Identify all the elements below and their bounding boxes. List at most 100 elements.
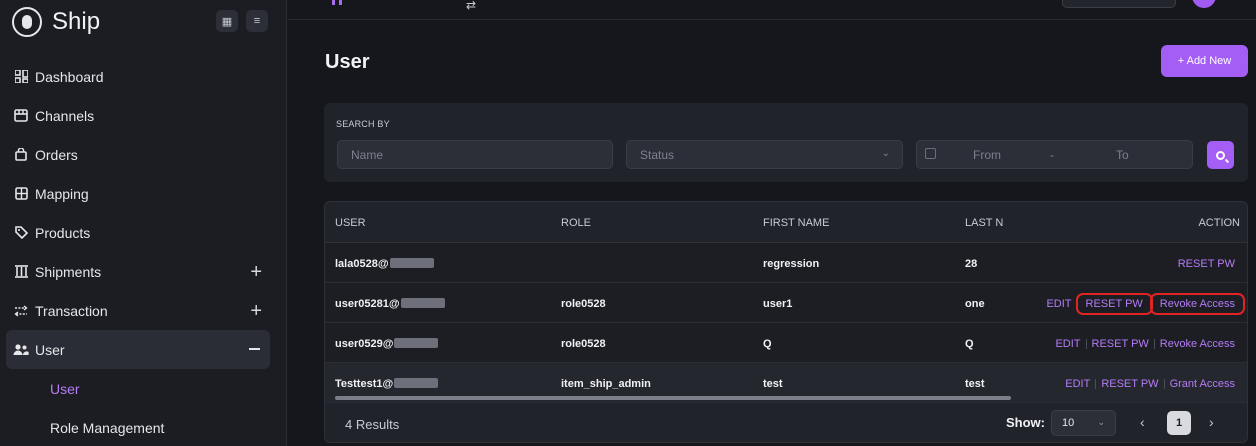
add-new-button[interactable]: + Add New	[1161, 45, 1248, 77]
sidebar-item-label: Products	[35, 224, 91, 241]
status-select[interactable]: Status ⌄	[626, 140, 903, 169]
reset-pw-link[interactable]: RESET PW	[1173, 258, 1240, 270]
edit-link[interactable]: EDIT	[1041, 298, 1076, 310]
chevron-down-icon: ⌄	[881, 148, 890, 159]
top-select[interactable]	[1062, 0, 1176, 8]
page-size-select[interactable]: 10 ⌄	[1051, 410, 1116, 436]
cell-user: lala0528@	[335, 258, 434, 270]
sidebar-item-transaction[interactable]: Transaction +	[6, 291, 270, 330]
collapse-sidebar-icon[interactable]: ≡	[246, 10, 268, 32]
sidebar-item-channels[interactable]: Channels	[6, 96, 270, 135]
name-input[interactable]: Name	[337, 140, 613, 169]
row-actions: EDIT RESET PW Grant Access	[1060, 378, 1240, 390]
sidebar-item-shipments[interactable]: Shipments +	[6, 252, 270, 291]
cell-last-name: Q	[965, 338, 974, 350]
redacted-block	[394, 378, 439, 388]
edit-link[interactable]: EDIT	[1050, 338, 1085, 350]
avatar[interactable]	[1192, 0, 1216, 8]
menu-toggle-icon[interactable]	[332, 0, 342, 5]
cell-first-name: test	[763, 378, 783, 390]
action-separator	[1150, 299, 1152, 309]
column-header-action: ACTION	[1198, 217, 1240, 229]
expand-plus-icon[interactable]: +	[250, 261, 262, 284]
apps-grid-icon[interactable]: ▦	[216, 10, 238, 32]
tag-icon	[13, 225, 29, 241]
next-page-button[interactable]: ›	[1209, 414, 1214, 430]
cell-last-name: 28	[965, 258, 978, 270]
app-root: Ship ▦ ≡ Dashboard Channels Orders Mappi…	[0, 0, 1256, 446]
date-range-picker[interactable]: From - To	[916, 140, 1193, 169]
search-by-label: SEARCH BY	[336, 119, 390, 129]
sidebar-nav: Dashboard Channels Orders Mapping Produc…	[6, 57, 270, 446]
swap-view-icon[interactable]: ⇄	[466, 0, 476, 12]
sidebar-item-label: Dashboard	[35, 68, 104, 85]
row-actions: EDIT RESET PW Revoke Access	[1050, 338, 1240, 350]
sidebar-item-user[interactable]: User	[6, 330, 270, 369]
range-dash: -	[1050, 148, 1054, 162]
results-count: 4 Results	[345, 417, 400, 432]
sidebar-item-label: Transaction	[35, 302, 108, 319]
search-button[interactable]	[1207, 141, 1234, 169]
page-title: User	[325, 51, 370, 73]
column-header-first-name: FIRST NAME	[763, 217, 830, 229]
cell-first-name: user1	[763, 298, 793, 310]
table-header: USER ROLE FIRST NAME LAST N ACTION	[325, 202, 1247, 243]
search-icon	[1216, 150, 1225, 160]
row-actions: EDIT RESET PW Revoke Access	[1041, 293, 1246, 315]
action-separator	[1076, 299, 1078, 309]
column-header-last-name: LAST N	[965, 217, 1004, 229]
sidebar: Ship ▦ ≡ Dashboard Channels Orders Mappi…	[0, 0, 287, 446]
row-actions: RESET PW	[1173, 258, 1240, 270]
table-row: user05281@ role0528 user1 one EDIT RESET…	[325, 283, 1247, 323]
sidebar-item-label: Channels	[35, 107, 95, 124]
cell-role: role0528	[561, 298, 606, 310]
revoke-access-link[interactable]: Revoke Access	[1155, 338, 1240, 350]
collapse-minus-icon[interactable]	[249, 348, 260, 350]
redacted-block	[394, 338, 439, 348]
table-row: user0529@ role0528 Q Q EDIT RESET PW Rev…	[325, 323, 1247, 363]
cell-first-name: Q	[763, 338, 772, 350]
to-placeholder: To	[1116, 148, 1129, 162]
name-placeholder: Name	[351, 147, 384, 162]
store-icon	[13, 108, 29, 124]
dashboard-icon	[13, 69, 29, 85]
columns-icon	[13, 264, 29, 280]
horizontal-scrollbar[interactable]	[335, 396, 1011, 400]
brand-name: Ship	[52, 8, 101, 35]
sidebar-item-label: Orders	[35, 146, 78, 163]
sidebar-item-products[interactable]: Products	[6, 213, 270, 252]
from-placeholder: From	[973, 148, 1001, 162]
table-row: lala0528@ regression 28 RESET PW	[325, 243, 1247, 283]
sidebar-item-label: User	[35, 341, 65, 358]
reset-pw-link[interactable]: RESET PW	[1096, 378, 1163, 390]
reset-pw-link[interactable]: RESET PW	[1087, 338, 1154, 350]
grant-access-link[interactable]: Grant Access	[1165, 378, 1240, 390]
prev-page-button[interactable]: ‹	[1140, 414, 1145, 430]
sidebar-subitem-user[interactable]: User	[6, 369, 270, 408]
cell-role: item_ship_admin	[561, 378, 651, 390]
sidebar-item-label: Mapping	[35, 185, 89, 202]
sidebar-item-dashboard[interactable]: Dashboard	[6, 57, 270, 96]
brand[interactable]: Ship	[12, 4, 100, 40]
cell-user: Testtest1@	[335, 378, 439, 390]
reset-pw-link[interactable]: RESET PW	[1075, 293, 1153, 315]
sidebar-item-mapping[interactable]: Mapping	[6, 174, 270, 213]
calendar-icon	[925, 148, 936, 159]
map-grid-icon	[13, 186, 29, 202]
chevron-down-icon: ⌄	[1097, 417, 1105, 427]
bag-icon	[13, 147, 29, 163]
ship-logo-icon	[12, 7, 42, 37]
cell-role: role0528	[561, 338, 606, 350]
redacted-block	[400, 298, 445, 308]
users-icon	[13, 342, 29, 358]
page-number-button[interactable]: 1	[1167, 411, 1191, 435]
revoke-access-link[interactable]: Revoke Access	[1149, 293, 1246, 315]
cell-user: user0529@	[335, 338, 439, 350]
sidebar-subitem-role-management[interactable]: Role Management	[6, 408, 270, 446]
page-size-value: 10	[1062, 417, 1075, 429]
cell-last-name: test	[965, 378, 985, 390]
sidebar-item-orders[interactable]: Orders	[6, 135, 270, 174]
redacted-block	[389, 258, 434, 268]
expand-plus-icon[interactable]: +	[250, 300, 262, 323]
edit-link[interactable]: EDIT	[1060, 378, 1095, 390]
